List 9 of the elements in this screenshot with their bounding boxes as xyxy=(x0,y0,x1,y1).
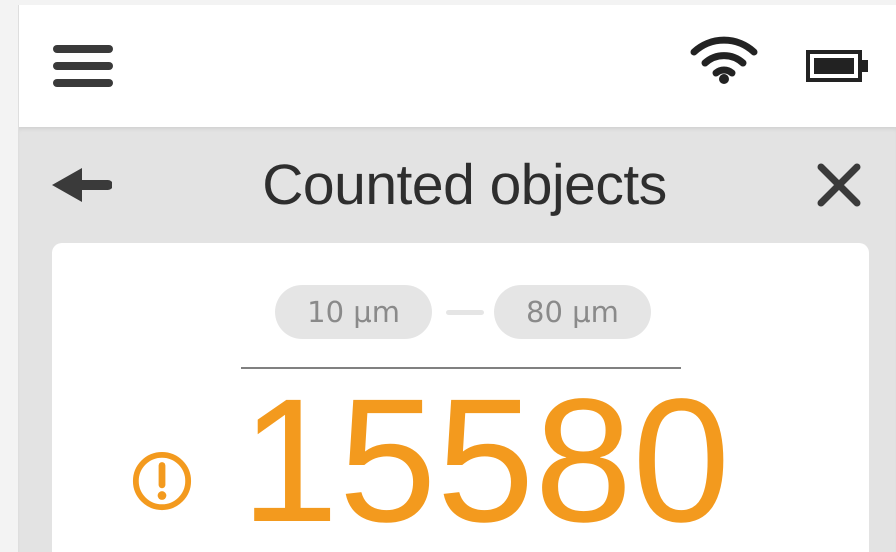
object-count: 15580 xyxy=(240,373,730,549)
screen-title: Counted objects xyxy=(261,152,668,218)
wifi-icon xyxy=(690,34,758,84)
battery-icon xyxy=(806,50,868,82)
range-max-pill: 80 µm xyxy=(494,285,651,339)
close-icon[interactable] xyxy=(817,163,861,207)
back-arrow-icon[interactable] xyxy=(52,168,112,202)
range-min-pill: 10 µm xyxy=(275,285,432,339)
menu-icon[interactable] xyxy=(53,45,113,87)
